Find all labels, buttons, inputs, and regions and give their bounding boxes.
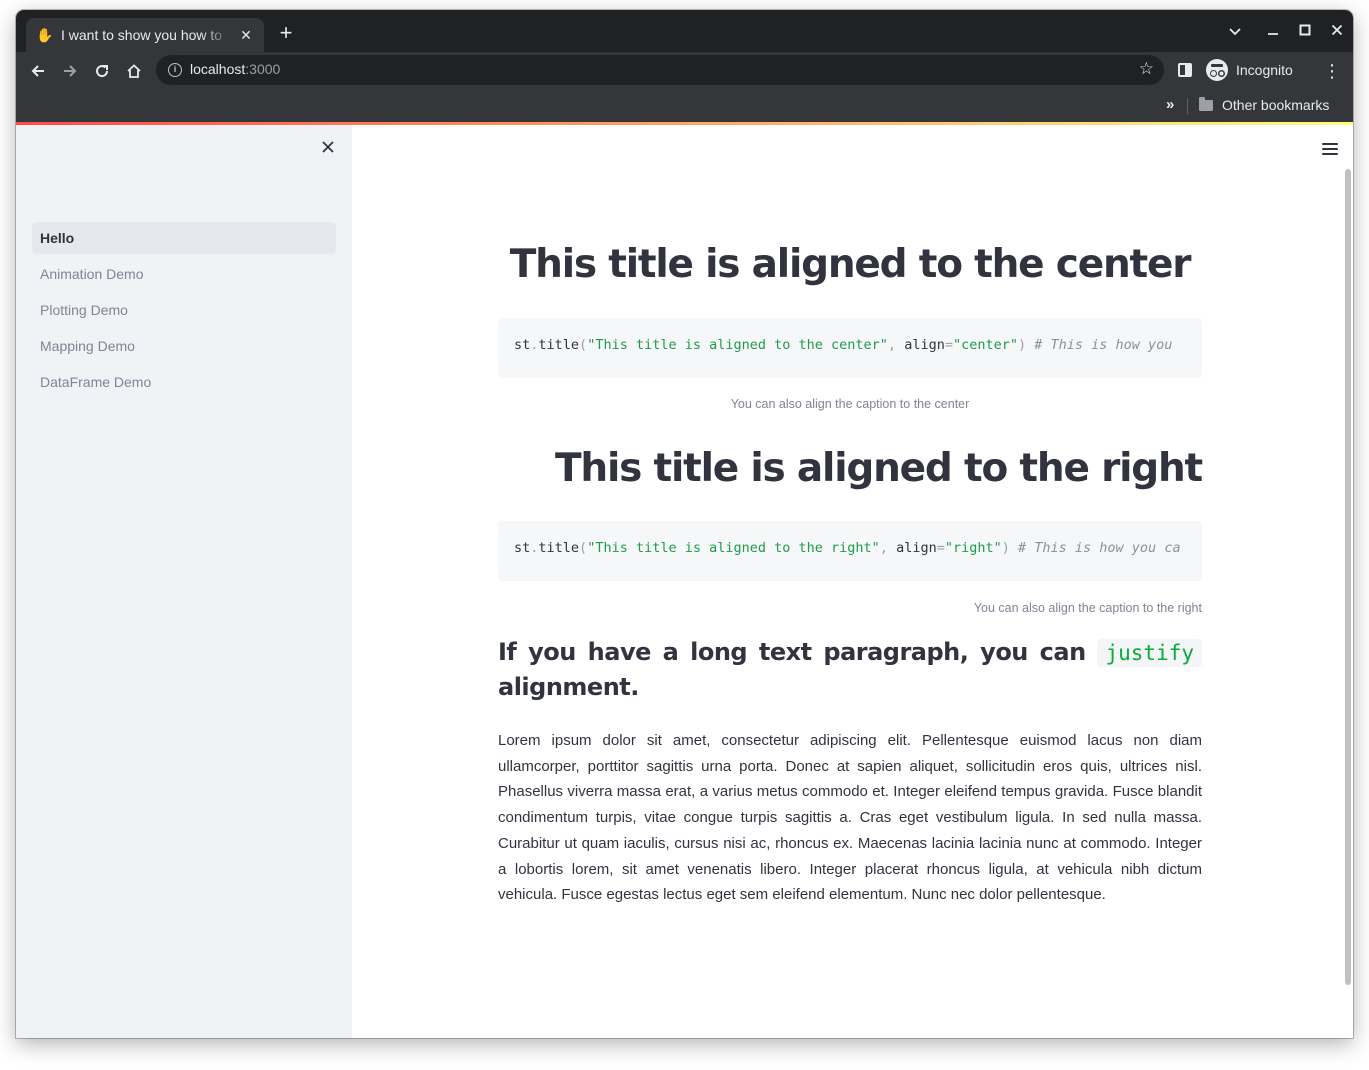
tab-strip: ✋ I want to show you how to ✕ + <box>16 10 1353 52</box>
title-center: This title is aligned to the center <box>509 242 1192 287</box>
code-block-right[interactable]: st.title("This title is aligned to the r… <box>498 521 1202 581</box>
incognito-icon <box>1206 59 1228 81</box>
tab-title: I want to show you how to <box>61 27 223 43</box>
sidebar-item-dataframe-demo[interactable]: DataFrame Demo <box>32 366 336 398</box>
kebab-menu-icon[interactable]: ⋮ <box>1323 58 1341 84</box>
caption-center: You can also align the caption to the ce… <box>730 397 970 411</box>
window-close-icon[interactable] <box>1326 22 1348 42</box>
tab-search-icon[interactable] <box>1224 22 1246 42</box>
main-content: This title is aligned to the center st.t… <box>352 125 1353 1038</box>
sidebar: Hello Animation Demo Plotting Demo Mappi… <box>16 125 352 1038</box>
waving-hand-icon: ✋ <box>36 27 54 43</box>
star-icon[interactable]: ☆ <box>1139 59 1154 79</box>
incognito-label: Incognito <box>1236 62 1293 78</box>
side-panel-icon[interactable] <box>1178 63 1192 77</box>
inline-code-justify: justify <box>1097 639 1202 667</box>
justified-paragraph: Lorem ipsum dolor sit amet, consectetur … <box>498 732 1202 904</box>
arrow-right-icon <box>64 65 77 77</box>
bookmarks-overflow-button[interactable]: » <box>1166 96 1174 113</box>
folder-icon <box>1199 97 1213 111</box>
bookmarks-divider <box>1187 98 1188 114</box>
scrollbar[interactable] <box>1345 169 1351 985</box>
url-text: localhost:3000 <box>190 61 281 77</box>
other-bookmarks-button[interactable]: Other bookmarks <box>1222 97 1329 113</box>
title-right: This title is aligned to the right <box>555 446 1203 491</box>
bookmarks-bar: » Other bookmarks <box>16 90 1353 122</box>
home-icon <box>127 64 141 78</box>
browser-window: ✋ I want to show you how to ✕ + i localh… <box>16 10 1353 1038</box>
home-button[interactable] <box>121 58 147 84</box>
reload-icon <box>96 65 109 78</box>
sidebar-close-button[interactable] <box>318 137 338 157</box>
sidebar-item-hello[interactable]: Hello <box>32 222 336 254</box>
browser-tab[interactable]: ✋ I want to show you how to ✕ <box>26 18 264 52</box>
close-icon <box>322 141 334 153</box>
caption-right: You can also align the caption to the ri… <box>973 601 1202 615</box>
info-icon[interactable]: i <box>168 63 182 77</box>
forward-button[interactable] <box>57 58 83 84</box>
back-button[interactable] <box>25 58 51 84</box>
address-bar[interactable]: i localhost:3000 ☆ <box>156 55 1164 85</box>
hamburger-icon[interactable] <box>1322 143 1338 157</box>
minimize-icon[interactable] <box>1262 22 1284 42</box>
browser-toolbar: i localhost:3000 ☆ Incognito ⋮ <box>16 52 1353 90</box>
reload-button[interactable] <box>89 58 115 84</box>
tab-close-icon[interactable]: ✕ <box>238 27 254 43</box>
incognito-profile-button[interactable]: Incognito <box>1206 56 1293 84</box>
arrow-left-icon <box>31 65 44 77</box>
new-tab-button[interactable]: + <box>274 22 298 46</box>
sidebar-item-animation-demo[interactable]: Animation Demo <box>32 258 336 290</box>
sidebar-item-plotting-demo[interactable]: Plotting Demo <box>32 294 336 326</box>
subheader-justify: If you have a long text paragraph, you c… <box>498 635 1202 704</box>
sidebar-item-mapping-demo[interactable]: Mapping Demo <box>32 330 336 362</box>
code-block-center[interactable]: st.title("This title is aligned to the c… <box>498 318 1202 378</box>
maximize-icon[interactable] <box>1294 22 1316 42</box>
sidebar-nav: Hello Animation Demo Plotting Demo Mappi… <box>32 222 336 402</box>
